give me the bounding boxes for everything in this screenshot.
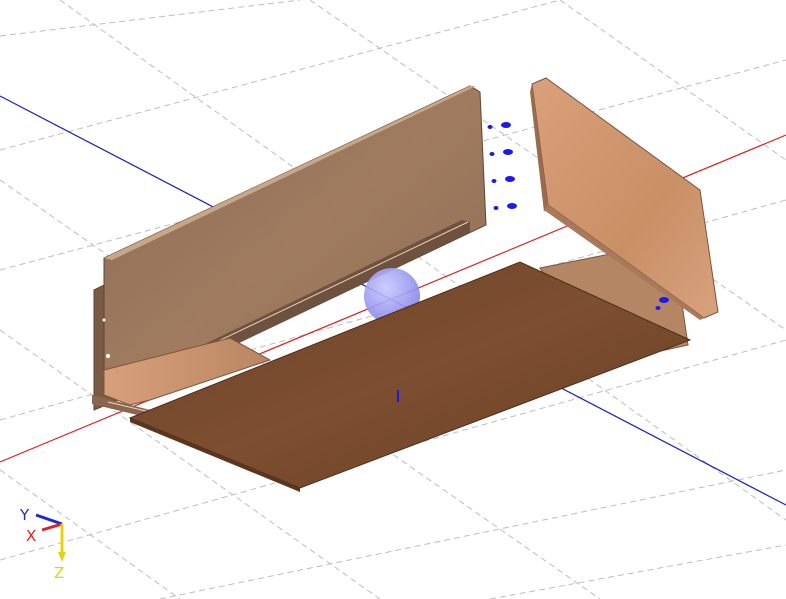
3d-viewport[interactable]: Y X Z (0, 0, 786, 599)
gizmo-y-axis (35, 513, 63, 526)
gizmo-y-label: Y (19, 506, 30, 524)
gizmo-x-label: X (26, 527, 36, 545)
gizmo-x-axis (41, 522, 63, 532)
gizmo-z-label: Z (54, 564, 64, 582)
scene-canvas[interactable]: Y X Z (0, 0, 786, 599)
